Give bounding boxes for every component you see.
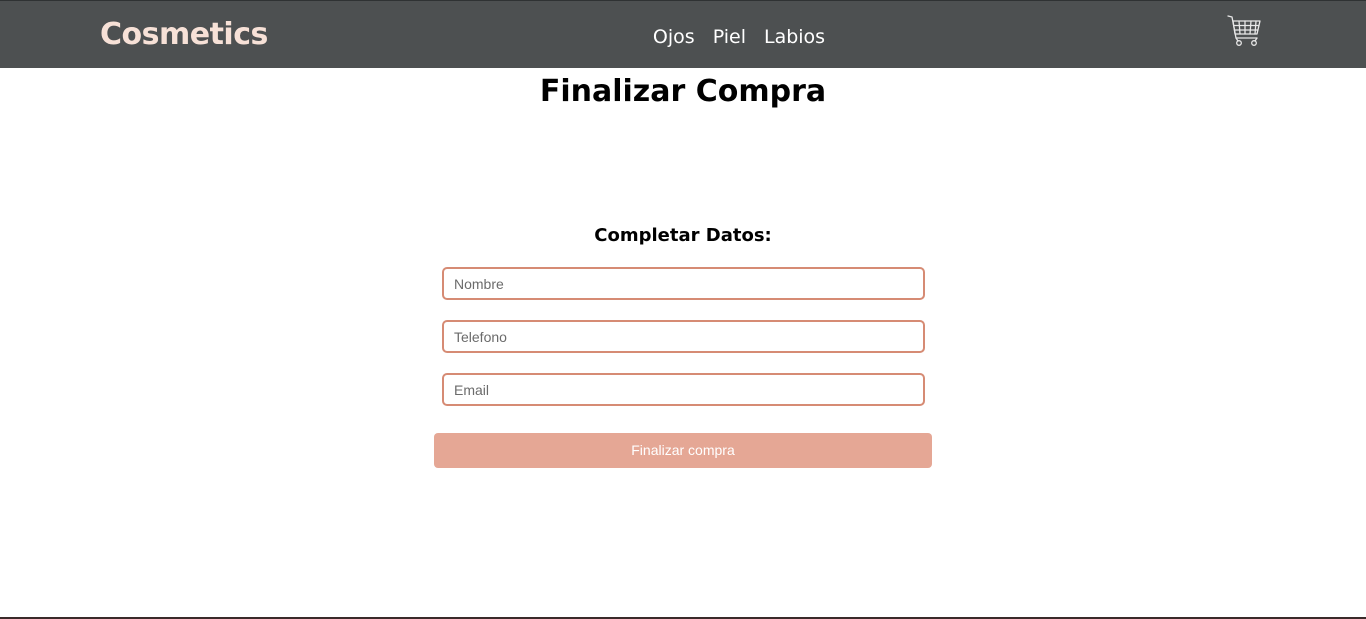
- shopping-cart-icon[interactable]: [1226, 13, 1262, 49]
- nav-link-piel[interactable]: Piel: [713, 23, 746, 51]
- phone-field[interactable]: [442, 320, 925, 353]
- top-navbar: Cosmetics Ojos Piel Labios: [0, 0, 1366, 68]
- finalize-purchase-button[interactable]: Finalizar compra: [434, 433, 932, 468]
- nav-link-ojos[interactable]: Ojos: [653, 23, 695, 51]
- form-heading: Completar Datos:: [594, 225, 772, 246]
- nav-link-labios[interactable]: Labios: [764, 23, 825, 51]
- email-field[interactable]: [442, 373, 925, 406]
- page-title: Finalizar Compra: [539, 74, 827, 109]
- name-field[interactable]: [442, 267, 925, 300]
- main-nav: Ojos Piel Labios: [0, 23, 1366, 51]
